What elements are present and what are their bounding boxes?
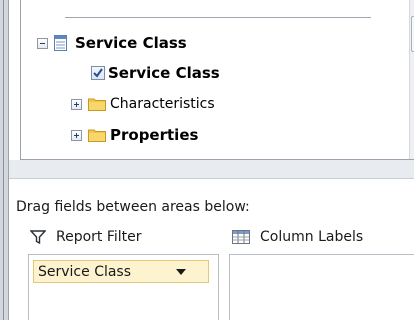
scroll-down-button[interactable] bbox=[410, 142, 414, 159]
checkmark-icon bbox=[93, 68, 103, 78]
tree-item-label: Properties bbox=[110, 126, 199, 144]
drag-instruction: Drag fields between areas below: bbox=[16, 199, 250, 215]
report-filter-label: Report Filter bbox=[56, 229, 142, 245]
chip-label: Service Class bbox=[38, 263, 132, 280]
filter-icon bbox=[30, 230, 46, 244]
tree-item-label: Characteristics bbox=[110, 96, 215, 112]
dropdown-arrow-icon[interactable] bbox=[176, 269, 186, 275]
tree-item-service-class-table[interactable]: Service Class bbox=[37, 32, 187, 54]
column-labels-header: Column Labels bbox=[232, 229, 363, 245]
window-border bbox=[0, 0, 9, 320]
folder-icon bbox=[88, 129, 106, 142]
tree-item-characteristics[interactable]: Characteristics bbox=[71, 93, 215, 115]
filter-field-chip[interactable]: Service Class bbox=[33, 260, 209, 283]
vertical-scrollbar[interactable] bbox=[409, 0, 414, 159]
tree-item-label: Service Class bbox=[75, 34, 187, 52]
column-labels-label: Column Labels bbox=[260, 229, 364, 245]
table-icon bbox=[54, 35, 67, 51]
columns-grid-icon bbox=[232, 230, 250, 244]
expand-icon[interactable] bbox=[71, 129, 82, 141]
report-filter-header: Report Filter bbox=[30, 229, 142, 245]
field-checkbox[interactable] bbox=[91, 66, 105, 80]
column-labels-area[interactable] bbox=[229, 254, 414, 320]
field-label: Service Class bbox=[108, 64, 220, 82]
separator-line bbox=[65, 17, 371, 18]
collapse-icon[interactable] bbox=[37, 37, 48, 49]
tree-item-properties[interactable]: Properties bbox=[71, 124, 198, 146]
field-list-panel: Service Class Service Class Characterist… bbox=[20, 0, 414, 160]
pane-splitter[interactable] bbox=[9, 160, 414, 179]
field-service-class[interactable]: Service Class bbox=[91, 62, 220, 84]
pivot-field-list-pane: Service Class Service Class Characterist… bbox=[0, 0, 414, 320]
expand-icon[interactable] bbox=[71, 98, 82, 110]
report-filter-area[interactable]: Service Class bbox=[28, 254, 219, 320]
folder-icon bbox=[88, 98, 106, 111]
